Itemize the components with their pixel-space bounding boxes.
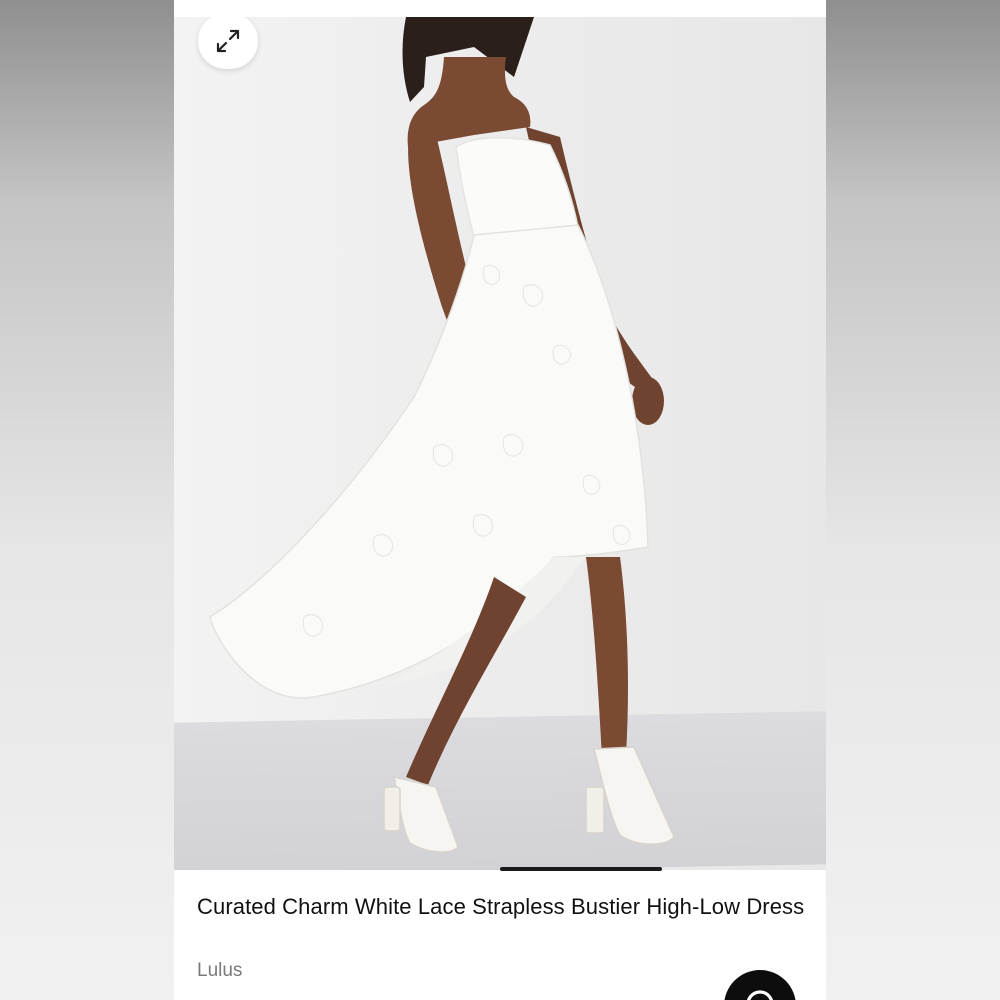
blurred-background-right	[826, 0, 1000, 1000]
search-icon	[747, 990, 773, 1000]
expand-image-button[interactable]	[198, 17, 258, 69]
expand-arrows-icon	[216, 29, 240, 53]
product-screen: Curated Charm White Lace Strapless Busti…	[174, 0, 826, 1000]
product-image[interactable]	[174, 17, 826, 870]
search-button[interactable]	[724, 970, 796, 1000]
blurred-background-left	[0, 0, 174, 1000]
product-brand[interactable]: Lulus	[197, 960, 242, 982]
image-carousel-indicator	[500, 867, 662, 871]
model-figure	[209, 17, 675, 853]
product-title: Curated Charm White Lace Strapless Busti…	[197, 894, 805, 919]
